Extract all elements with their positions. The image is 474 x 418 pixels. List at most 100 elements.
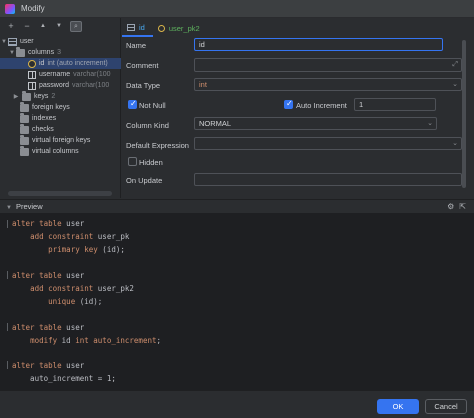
columns-label: columns	[28, 49, 55, 56]
title-bar: Modify	[0, 0, 474, 18]
fold-marker[interactable]	[7, 220, 9, 228]
name-value: id	[199, 40, 205, 49]
dialog-footer: OK Cancel	[0, 390, 474, 418]
chevron-down-icon[interactable]: ▼	[6, 205, 12, 211]
window-title: Modify	[21, 4, 45, 13]
folder-label: checks	[32, 126, 54, 133]
chevron-right-icon[interactable]: ▶	[12, 93, 20, 100]
settings-gear-icon[interactable]: ⚙	[447, 202, 454, 211]
fold-marker[interactable]	[7, 361, 9, 369]
keys-label: keys	[34, 93, 49, 100]
tab-key-user-pk2[interactable]: user_pk2	[153, 20, 208, 37]
remove-icon[interactable]: −	[22, 21, 32, 31]
tree-node-virtual-foreign-keys[interactable]: virtual foreign keys	[0, 134, 121, 146]
tab-label: user_pk2	[168, 24, 200, 33]
tab-bar: id user_pk2	[122, 20, 208, 37]
tree-node-virtual-columns[interactable]: virtual columns	[0, 145, 121, 157]
column-name: password	[39, 82, 69, 89]
tree-node-column-username[interactable]: username varchar(100	[0, 69, 121, 80]
column-kind-value: NORMAL	[199, 119, 232, 128]
search-icon[interactable]: ⌕	[70, 20, 82, 32]
on-update-label: On Update	[126, 176, 163, 185]
chevron-down-icon[interactable]: ⌄	[452, 138, 458, 149]
not-null-checkbox[interactable]	[128, 99, 137, 109]
code-line: add constraint user_pk	[30, 232, 130, 241]
comment-field[interactable]: ⤢	[194, 58, 462, 72]
chevron-down-icon[interactable]: ⌄	[427, 118, 433, 129]
column-kind-label: Column Kind	[126, 121, 169, 130]
folder-icon	[20, 101, 29, 112]
tab-label: id	[139, 23, 145, 32]
name-label: Name	[126, 41, 147, 50]
folder-icon	[20, 123, 29, 134]
tree-node-column-password[interactable]: password varchar(100	[0, 80, 121, 91]
data-type-combo[interactable]: int ⌄	[194, 78, 462, 91]
auto-increment-label: Auto Increment	[296, 101, 347, 110]
tree-node-checks[interactable]: checks	[0, 123, 121, 135]
preview-header: ▼ Preview ⚙ ⇱	[0, 199, 474, 213]
open-external-icon[interactable]: ⇱	[459, 202, 466, 211]
name-field[interactable]: id	[194, 38, 443, 51]
code-line: alter table user	[12, 219, 85, 228]
structure-tree-panel: + − ▲ ▼ ⌕ ▼ user ▼ columns 3 id int (aut…	[0, 18, 121, 198]
preview-toggle[interactable]: ▼ Preview	[6, 202, 43, 211]
auto-increment-start-value: 1	[359, 100, 364, 109]
hidden-label: Hidden	[139, 158, 163, 167]
folder-icon	[20, 134, 29, 145]
fold-marker[interactable]	[7, 271, 9, 279]
folder-label: indexes	[32, 115, 57, 122]
table-icon	[127, 24, 135, 31]
tree-node-columns[interactable]: ▼ columns 3	[0, 46, 121, 58]
chevron-down-icon[interactable]: ▼	[8, 50, 16, 56]
tree-node-column-id[interactable]: id int (auto increment)	[0, 58, 121, 69]
columns-count: 3	[57, 49, 61, 56]
default-expression-label: Default Expression	[126, 141, 189, 150]
sql-preview-editor[interactable]: alter table user add constraint user_pk …	[0, 213, 474, 390]
data-type-label: Data Type	[126, 81, 161, 90]
folder-icon	[22, 90, 31, 101]
folder-icon	[20, 112, 29, 123]
keys-count: 2	[51, 93, 56, 100]
auto-increment-start-field[interactable]: 1	[354, 98, 436, 111]
column-kind-select[interactable]: NORMAL ⌄	[194, 117, 437, 130]
add-icon[interactable]: +	[6, 21, 16, 31]
column-name: id	[39, 60, 45, 67]
column-properties-panel: id user_pk2 Name id Comment ⤢ Data Type …	[122, 18, 474, 198]
code-line: add constraint user_pk2	[30, 284, 134, 293]
default-expression-combo[interactable]: ⌄	[194, 137, 462, 150]
tree-horizontal-scrollbar[interactable]	[8, 191, 112, 196]
cancel-button[interactable]: Cancel	[425, 399, 467, 414]
code-line: alter table user	[12, 323, 85, 332]
tree-node-table[interactable]: ▼ user	[0, 36, 121, 47]
auto-increment-checkbox[interactable]	[284, 99, 293, 109]
expand-icon[interactable]: ⤢	[452, 59, 458, 70]
column-type: int (auto increment)	[47, 60, 108, 67]
on-update-field[interactable]	[194, 173, 462, 186]
table-name: user	[20, 38, 34, 45]
folder-label: virtual columns	[32, 148, 79, 155]
key-icon	[157, 25, 165, 32]
hidden-checkbox[interactable]	[128, 157, 137, 166]
comment-label: Comment	[126, 61, 159, 70]
column-type: varchar(100	[73, 71, 111, 78]
fold-marker[interactable]	[7, 323, 9, 331]
chevron-down-icon[interactable]: ⌄	[452, 79, 458, 90]
move-up-icon[interactable]: ▲	[38, 21, 48, 31]
move-down-icon[interactable]: ▼	[54, 21, 64, 31]
primary-key-column-icon	[28, 59, 36, 68]
form-vertical-scrollbar[interactable]	[462, 40, 466, 188]
tree-node-indexes[interactable]: indexes	[0, 112, 121, 124]
data-type-value: int	[199, 80, 207, 89]
code-line: primary key (id);	[48, 245, 125, 254]
table-icon	[8, 37, 17, 46]
code-line: modify id int auto_increment;	[30, 336, 162, 345]
folder-icon	[16, 46, 25, 57]
code-line: auto_increment = 1;	[12, 374, 116, 383]
chevron-down-icon[interactable]: ▼	[0, 39, 8, 45]
tree-node-keys[interactable]: ▶ keys 2	[0, 90, 121, 102]
folder-label: virtual foreign keys	[32, 137, 91, 144]
tree-node-foreign-keys[interactable]: foreign keys	[0, 101, 121, 113]
tab-column-id[interactable]: id	[122, 20, 153, 37]
ok-button[interactable]: OK	[377, 399, 419, 414]
preview-title: Preview	[15, 202, 43, 211]
